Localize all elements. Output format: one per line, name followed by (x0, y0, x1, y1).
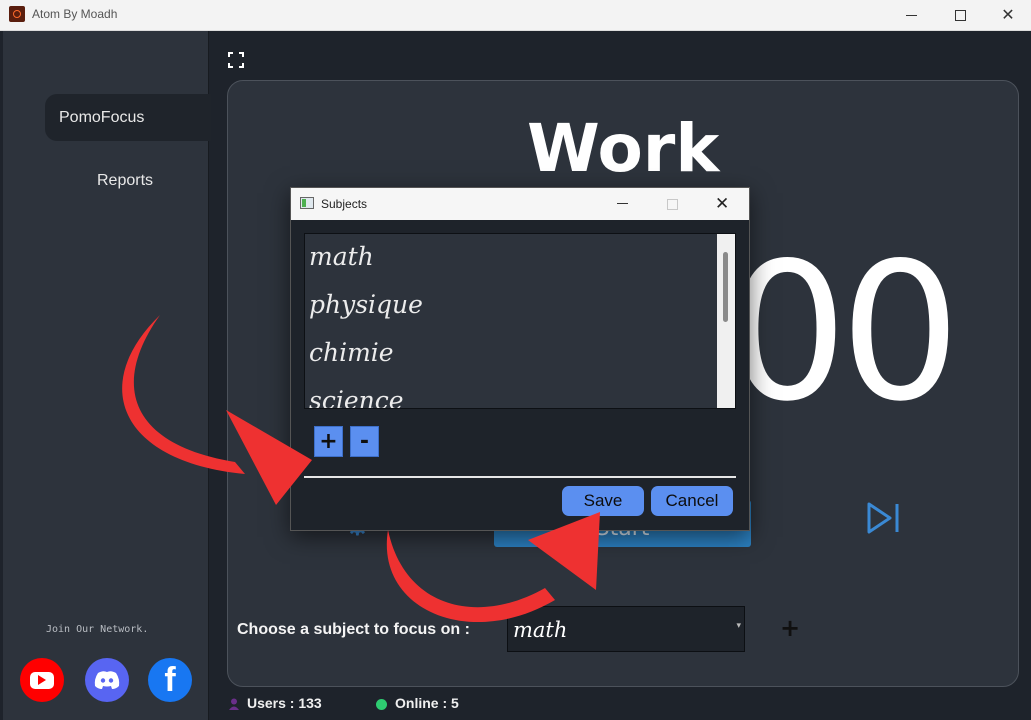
dialog-divider (304, 476, 736, 478)
online-count: Online : 5 (395, 695, 459, 711)
minimize-icon (905, 14, 917, 16)
dialog-minimize-icon[interactable] (617, 203, 628, 204)
youtube-play-box (30, 671, 54, 689)
add-subject-dialog-button[interactable]: + (314, 426, 343, 457)
discord-icon[interactable] (85, 658, 129, 702)
subject-select-value: math (513, 618, 568, 642)
users-count: Users : 133 (247, 695, 322, 711)
list-item[interactable]: chimie (309, 338, 394, 367)
facebook-icon[interactable]: f (148, 658, 192, 702)
subjects-dialog: Subjects ✕ math physique chimie science … (290, 187, 750, 531)
chevron-down-icon: ▾ (736, 621, 741, 631)
fullscreen-icon[interactable] (228, 52, 244, 68)
mode-title: Work (527, 110, 720, 187)
window-titlebar: Atom By Moadh ✕ (0, 0, 1031, 31)
remove-subject-button[interactable]: - (350, 426, 379, 457)
join-network-label: Join Our Network. (46, 624, 149, 635)
cancel-button[interactable]: Cancel (651, 486, 733, 516)
play-icon (38, 675, 46, 685)
subject-prompt: Choose a subject to focus on : (237, 621, 470, 638)
maximize-icon (954, 9, 966, 21)
maximize-button[interactable] (937, 0, 983, 30)
list-item[interactable]: math (309, 242, 374, 271)
youtube-icon[interactable] (20, 658, 64, 702)
save-button[interactable]: Save (562, 486, 644, 516)
discord-logo (94, 671, 120, 689)
dialog-maximize-icon (667, 199, 678, 210)
dialog-window-icon (300, 197, 314, 209)
close-icon: ✕ (1001, 5, 1015, 24)
timer-display: 00 (727, 222, 961, 443)
sidebar-item-reports[interactable]: Reports (97, 172, 153, 190)
user-icon (229, 698, 239, 710)
dialog-title: Subjects (321, 197, 368, 211)
app-icon (9, 6, 25, 22)
list-item[interactable]: science (309, 386, 404, 408)
list-item[interactable]: physique (309, 290, 423, 319)
close-button[interactable]: ✕ (985, 0, 1031, 30)
sidebar: PomoFocus Reports Join Our Network. f (3, 31, 211, 720)
online-status-icon (376, 699, 387, 710)
window-title: Atom By Moadh (32, 7, 118, 21)
dialog-titlebar: Subjects ✕ (291, 188, 749, 220)
dialog-close-icon[interactable]: ✕ (715, 194, 729, 214)
list-scrollbar[interactable] (717, 234, 735, 408)
subjects-list[interactable]: math physique chimie science (304, 233, 736, 409)
facebook-logo: f (164, 660, 176, 699)
sidebar-item-label: PomoFocus (59, 108, 145, 126)
minimize-button[interactable] (888, 0, 934, 30)
subject-select[interactable]: math ▾ (507, 606, 745, 652)
sidebar-item-pomofocus[interactable]: PomoFocus (45, 94, 211, 141)
skip-icon[interactable] (865, 500, 901, 536)
scrollbar-thumb[interactable] (723, 252, 728, 322)
add-subject-button[interactable]: + (780, 616, 800, 640)
